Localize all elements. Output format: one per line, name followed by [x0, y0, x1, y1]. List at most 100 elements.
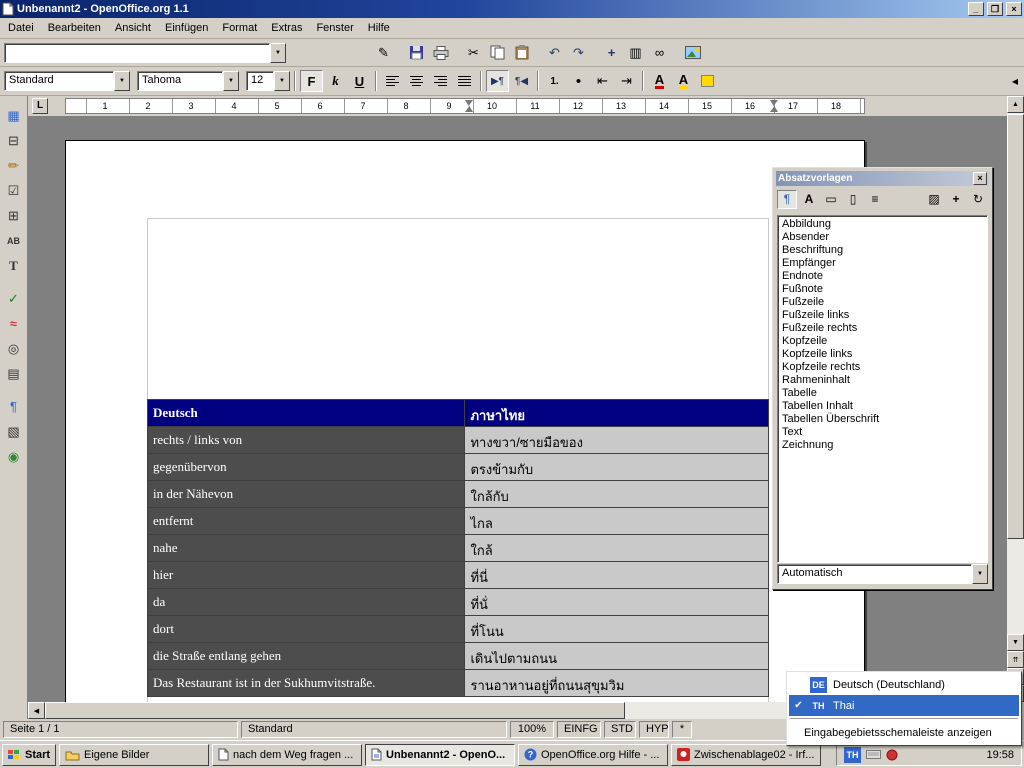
font-name-combo[interactable]: Tahoma ▼: [137, 71, 239, 91]
tray-app-icon[interactable]: [886, 749, 898, 761]
cut-button[interactable]: ✂: [462, 42, 485, 64]
taskbar-item-weg-fragen[interactable]: nach dem Weg fragen ...: [212, 744, 362, 766]
menu-bearbeiten[interactable]: Bearbeiten: [41, 19, 108, 37]
status-page[interactable]: Seite 1 / 1: [3, 721, 238, 738]
copy-button[interactable]: [486, 42, 509, 64]
language-menu-footer-item[interactable]: Eingabegebietsschemaleiste anzeigen: [789, 722, 1019, 743]
draw-functions-button[interactable]: ✏: [2, 154, 26, 177]
menu-format[interactable]: Format: [215, 19, 264, 37]
window-titlebar[interactable]: Unbenannt2 - OpenOffice.org 1.1 _ ❐ ×: [0, 0, 1024, 18]
numbering-button[interactable]: 1.: [543, 70, 566, 92]
fill-format-button[interactable]: ▨: [924, 190, 944, 209]
table-cell-thai[interactable]: เดินไปตามถนน: [465, 643, 769, 670]
insert-objects-button[interactable]: ⊞: [2, 204, 26, 227]
url-combo[interactable]: ▼: [4, 43, 286, 63]
rtl-direction-button[interactable]: ¶◀: [510, 70, 533, 92]
increase-indent-button[interactable]: ⇥: [615, 70, 638, 92]
underline-button[interactable]: U: [348, 70, 371, 92]
menu-einfuegen[interactable]: Einfügen: [158, 19, 215, 37]
start-button[interactable]: Start: [2, 744, 56, 766]
ltr-direction-button[interactable]: ▶¶: [486, 70, 509, 92]
scroll-down-button[interactable]: ▼: [1007, 634, 1024, 651]
style-list-item[interactable]: Tabellen Inhalt: [779, 400, 987, 413]
new-style-from-selection-button[interactable]: +: [946, 190, 966, 209]
update-style-button[interactable]: ↻: [968, 190, 988, 209]
data-sources-button[interactable]: ▤: [2, 362, 26, 385]
table-cell-german[interactable]: Das Restaurant ist in der Sukhumvitstraß…: [148, 670, 465, 697]
numbering-styles-button[interactable]: ≡: [865, 190, 885, 209]
table-cell-thai[interactable]: ที่นี่: [465, 562, 769, 589]
table-cell-german[interactable]: gegenübervon: [148, 454, 465, 481]
menu-ansicht[interactable]: Ansicht: [108, 19, 158, 37]
style-list-item[interactable]: Tabellen Überschrift: [779, 413, 987, 426]
restore-button[interactable]: ❐: [987, 2, 1003, 16]
language-menu-item-thai[interactable]: ✔ TH Thai: [789, 695, 1019, 716]
character-styles-button[interactable]: A: [799, 190, 819, 209]
tray-keyboard-icon[interactable]: [866, 749, 881, 760]
status-insert-mode[interactable]: EINFG: [557, 721, 601, 738]
table-cell-german[interactable]: da: [148, 589, 465, 616]
stylist-titlebar[interactable]: Absatzvorlagen ×: [776, 171, 989, 186]
save-button[interactable]: [405, 42, 428, 64]
taskbar-item-eigene-bilder[interactable]: Eigene Bilder: [59, 744, 209, 766]
table-cell-thai[interactable]: ทางขวา/ซายมือของ: [465, 427, 769, 454]
style-list-item[interactable]: Tabelle: [779, 387, 987, 400]
table-cell-german[interactable]: entfernt: [148, 508, 465, 535]
menu-fenster[interactable]: Fenster: [309, 19, 360, 37]
spellcheck-button[interactable]: ✓: [2, 287, 26, 310]
table-cell-thai[interactable]: รานอาหานอยู่ที่ถนนสุขุมวิม: [465, 670, 769, 697]
redo-button[interactable]: ↷: [567, 42, 590, 64]
style-list-item[interactable]: Rahmeninhalt: [779, 374, 987, 387]
table-cell-german[interactable]: rechts / links von: [148, 427, 465, 454]
font-color-button[interactable]: A: [648, 70, 671, 92]
form-functions-button[interactable]: ☑: [2, 179, 26, 202]
italic-button[interactable]: k: [324, 70, 347, 92]
document-page[interactable]: Deutsch ภาษาไทย rechts / links von ทางขว…: [65, 140, 865, 702]
toolbar-collapse-button[interactable]: ◀: [1012, 77, 1018, 86]
style-filter-dropdown-arrow[interactable]: ▼: [972, 564, 988, 584]
online-layout-button[interactable]: ◉: [2, 445, 26, 468]
insert-table-button[interactable]: ▦: [2, 104, 26, 127]
align-right-button[interactable]: [429, 70, 452, 92]
vertical-scrollbar[interactable]: ▲ ▼ ⇈ ○ ⇊: [1007, 96, 1024, 702]
close-button[interactable]: ×: [1006, 2, 1022, 16]
paragraph-style-combo[interactable]: Standard ▼: [4, 71, 130, 91]
menu-hilfe[interactable]: Hilfe: [361, 19, 397, 37]
app-icon[interactable]: [2, 2, 14, 16]
edit-file-button[interactable]: ✎: [372, 42, 395, 64]
paragraph-background-button[interactable]: [696, 70, 719, 92]
page-styles-button[interactable]: ▯: [843, 190, 863, 209]
table-cell-german[interactable]: die Straße entlang gehen: [148, 643, 465, 670]
align-left-button[interactable]: [381, 70, 404, 92]
style-filter-combo[interactable]: Automatisch ▼: [777, 564, 988, 584]
previous-page-button[interactable]: ⇈: [1007, 651, 1024, 668]
style-list-item[interactable]: Fußzeile links: [779, 309, 987, 322]
table-cell-german[interactable]: nahe: [148, 535, 465, 562]
size-dropdown-arrow[interactable]: ▼: [274, 71, 290, 91]
undo-button[interactable]: ↶: [543, 42, 566, 64]
table-header-thai[interactable]: ภาษาไทย: [465, 400, 769, 427]
minimize-button[interactable]: _: [968, 2, 984, 16]
status-hyperlink-mode[interactable]: HYP: [639, 721, 669, 738]
autotext-button[interactable]: AB: [2, 229, 26, 252]
align-center-button[interactable]: [405, 70, 428, 92]
table-cell-german[interactable]: hier: [148, 562, 465, 589]
table-cell-thai[interactable]: ใกล้กับ: [465, 481, 769, 508]
table-cell-german[interactable]: in der Nähevon: [148, 481, 465, 508]
paste-button[interactable]: [510, 42, 533, 64]
scroll-left-button[interactable]: ◀: [28, 702, 45, 719]
table-cell-german[interactable]: dort: [148, 616, 465, 643]
paragraph-styles-button[interactable]: ¶: [777, 190, 797, 209]
print-button[interactable]: [429, 42, 452, 64]
font-size-combo[interactable]: 12 ▼: [246, 71, 290, 91]
style-list-item[interactable]: Fußzeile rechts: [779, 322, 987, 335]
nonprinting-characters-button[interactable]: ¶: [2, 395, 26, 418]
auto-spellcheck-button[interactable]: ≈: [2, 312, 26, 335]
style-list-item[interactable]: Kopfzeile rechts: [779, 361, 987, 374]
taskbar-item-hilfe[interactable]: ? OpenOffice.org Hilfe - ...: [518, 744, 668, 766]
hyperlink-button[interactable]: ∞: [648, 42, 671, 64]
tray-language-indicator[interactable]: TH: [844, 747, 861, 763]
status-page-style[interactable]: Standard: [241, 721, 507, 738]
frame-styles-button[interactable]: ▭: [821, 190, 841, 209]
style-list-item[interactable]: Empfänger: [779, 257, 987, 270]
